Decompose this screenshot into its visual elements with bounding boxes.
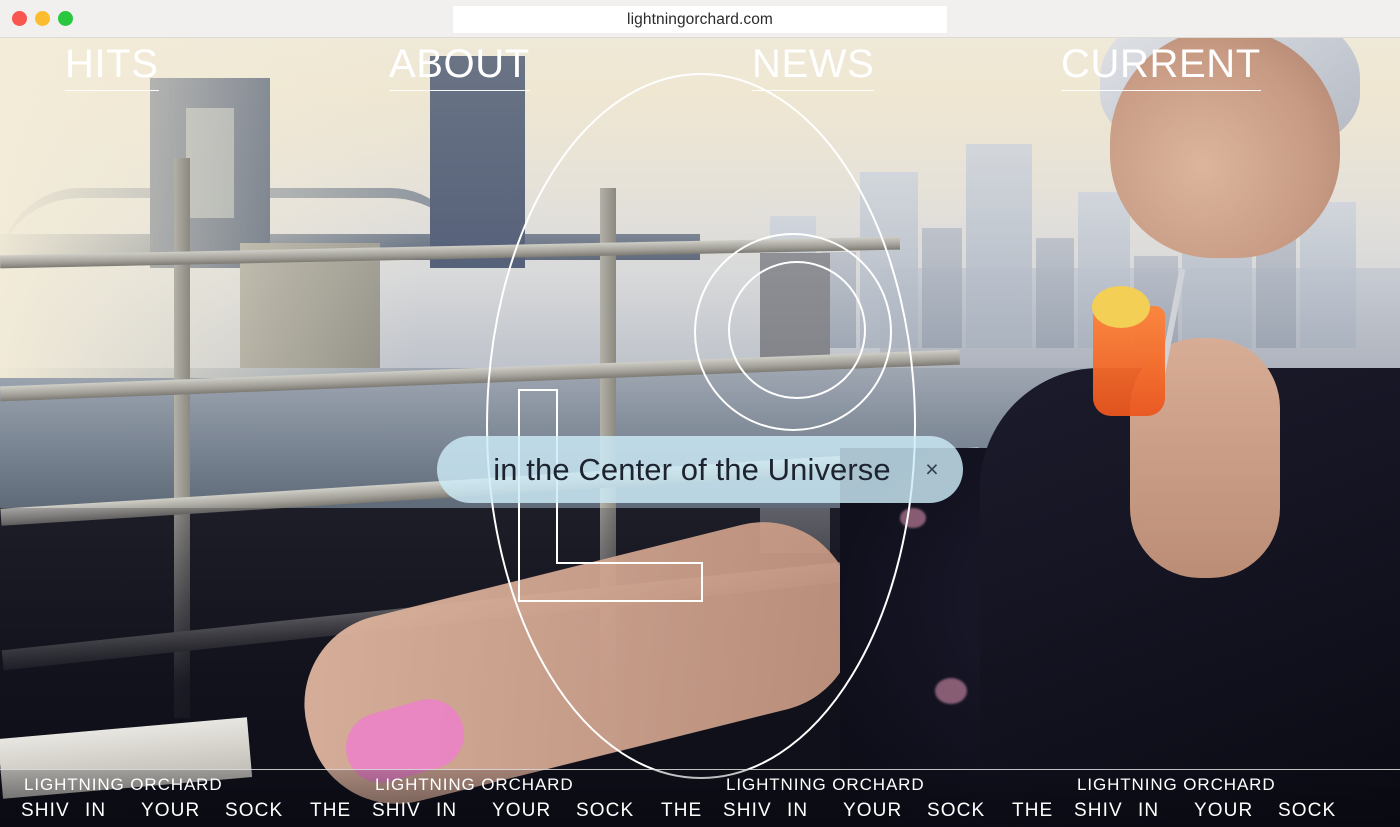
close-window-button[interactable] [12,11,27,26]
ticker-word: SOCK [225,800,284,821]
ticker-word: YOUR [141,800,201,821]
ticker-word: IN [1138,800,1160,821]
ticker-word: YOUR [843,800,903,821]
hero-background-photo [0,38,1400,827]
bottom-ticker-bar: LIGHTNING ORCHARD LIGHTNING ORCHARD LIGHTN… [0,769,1400,827]
ticker-brand: LIGHTNING ORCHARD [24,775,223,794]
ticker-word: SOCK [1278,800,1337,821]
ticker-word: THE [0,800,21,822]
ticker-brand: LIGHTNING ORCHARD [726,775,925,794]
ticker-word: YOUR [492,800,552,821]
ticker-word: SOCK [927,800,986,821]
center-overlay-pill[interactable]: in the Center of the Universe × [437,436,963,503]
ticker-word: YOUR [1194,800,1254,821]
browser-titlebar: lightningorchard.com [0,0,1400,38]
ticker-tagline-row: THESHIVINYOURSOCKTHESHIVINYOURSOCKTHESHI… [0,800,1363,822]
ticker-word: IN [85,800,107,821]
ticker-word: SHIV [723,800,772,821]
browser-window: lightningorchard.com HITS ABOUT NEWS CUR… [0,0,1400,827]
maximize-window-button[interactable] [58,11,73,26]
ticker-word: IN [787,800,809,821]
ticker-tagline: THE SHIV IN YOUR SOCK [1012,800,1363,822]
main-navigation: HITS ABOUT NEWS CURRENT [0,38,1400,98]
nav-item-hits[interactable]: HITS [65,44,159,91]
nav-item-news[interactable]: NEWS [752,44,875,91]
nav-item-about[interactable]: ABOUT [389,44,530,91]
close-icon[interactable]: × [901,436,963,503]
ticker-word: IN [436,800,458,821]
ticker-word: SHIV [21,800,70,821]
window-controls [12,11,73,26]
overlay-title-text: in the Center of the Universe [493,451,891,487]
ticker-word: THE [661,800,703,821]
ticker-word: THE [1012,800,1054,821]
ticker-tagline: THESHIV IN YOUR SOCK [0,800,310,822]
ticker-word: THE [310,800,352,821]
page-viewport: HITS ABOUT NEWS CURRENT in the Center of… [0,38,1400,827]
ticker-word: SHIV [372,800,421,821]
ticker-tagline: THE SHIV IN YOUR SOCK [661,800,1012,822]
url-bar[interactable]: lightningorchard.com [453,6,947,33]
ticker-word: SOCK [576,800,635,821]
nav-item-current[interactable]: CURRENT [1061,44,1261,91]
minimize-window-button[interactable] [35,11,50,26]
lemon-slice [1092,286,1150,328]
ticker-brand: LIGHTNING ORCHARD [1077,775,1276,794]
url-text: lightningorchard.com [627,10,773,28]
ticker-brand-row: LIGHTNING ORCHARD LIGHTNING ORCHARD LIGHTN… [0,775,1400,795]
ticker-brand: LIGHTNING ORCHARD [375,775,574,794]
ticker-tagline: THE SHIV IN YOUR SOCK [310,800,661,822]
ticker-word: SHIV [1074,800,1123,821]
